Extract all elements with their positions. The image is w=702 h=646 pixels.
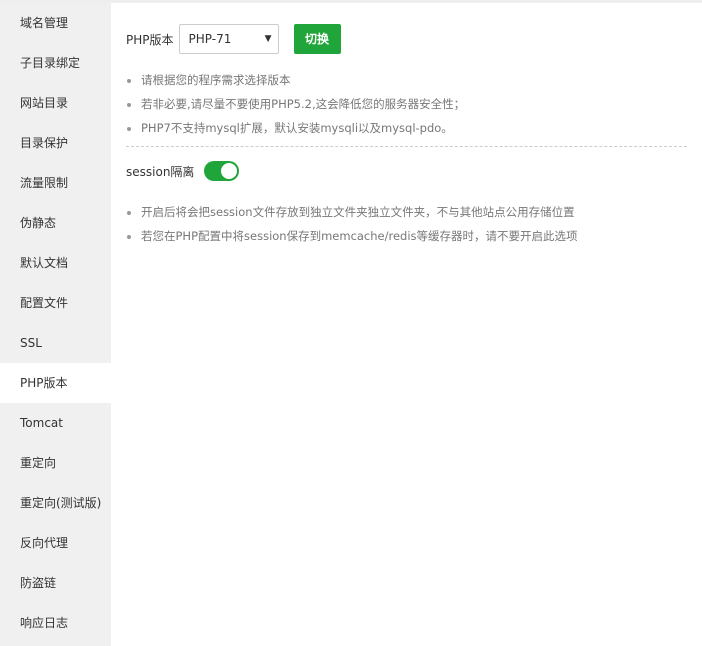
sidebar-item-redirect[interactable]: 重定向 bbox=[0, 443, 111, 483]
sidebar-item-directory-protection[interactable]: 目录保护 bbox=[0, 123, 111, 163]
toggle-knob bbox=[221, 163, 238, 179]
session-isolation-toggle[interactable] bbox=[204, 161, 240, 181]
sidebar-item-hotlink-protection[interactable]: 防盗链 bbox=[0, 563, 111, 603]
sidebar-item-rewrite[interactable]: 伪静态 bbox=[0, 203, 111, 243]
sidebar: 域名管理 子目录绑定 网站目录 目录保护 流量限制 伪静态 默认文档 配置文件 … bbox=[0, 3, 111, 646]
bullet-icon bbox=[127, 79, 131, 83]
sidebar-item-default-document[interactable]: 默认文档 bbox=[0, 243, 111, 283]
php-version-select[interactable]: PHP-71 ▼ bbox=[178, 24, 279, 54]
list-item: 若您在PHP配置中将session保存到memcache/redis等缓存器时，… bbox=[126, 224, 578, 248]
switch-button[interactable]: 切换 bbox=[293, 24, 341, 54]
bullet-icon bbox=[127, 211, 131, 215]
list-item: 请根据您的程序需求选择版本 bbox=[126, 68, 465, 92]
bullet-icon bbox=[127, 235, 131, 239]
sidebar-item-redirect-beta[interactable]: 重定向(测试版) bbox=[0, 483, 111, 523]
sidebar-item-domain[interactable]: 域名管理 bbox=[0, 3, 111, 43]
tip-text: 若您在PHP配置中将session保存到memcache/redis等缓存器时，… bbox=[141, 229, 578, 243]
divider bbox=[126, 146, 687, 147]
tip-text: 若非必要,请尽量不要使用PHP5.2,这会降低您的服务器安全性； bbox=[141, 97, 466, 111]
sidebar-item-reverse-proxy[interactable]: 反向代理 bbox=[0, 523, 111, 563]
caret-down-icon: ▼ bbox=[264, 34, 272, 44]
list-item: 开启后将会把session文件存放到独立文件夹独立文件夹，不与其他站点公用存储位… bbox=[126, 200, 578, 224]
php-version-row: PHP版本 PHP-71 ▼ 切换 bbox=[126, 24, 341, 54]
sidebar-item-tomcat[interactable]: Tomcat bbox=[0, 403, 111, 443]
session-isolation-label: session隔离 bbox=[126, 164, 195, 179]
list-item: PHP7不支持mysql扩展，默认安装mysqli以及mysql-pdo。 bbox=[126, 116, 465, 140]
sidebar-item-ssl[interactable]: SSL bbox=[0, 323, 111, 363]
tip-text: 请根据您的程序需求选择版本 bbox=[141, 73, 291, 87]
sidebar-item-config-file[interactable]: 配置文件 bbox=[0, 283, 111, 323]
php-version-label: PHP版本 bbox=[126, 32, 174, 47]
session-tips-list: 开启后将会把session文件存放到独立文件夹独立文件夹，不与其他站点公用存储位… bbox=[126, 200, 578, 248]
sidebar-item-site-directory[interactable]: 网站目录 bbox=[0, 83, 111, 123]
sidebar-item-php-version[interactable]: PHP版本 bbox=[0, 363, 111, 403]
php-version-selected-value: PHP-71 bbox=[188, 32, 232, 46]
main-panel: PHP版本 PHP-71 ▼ 切换 请根据您的程序需求选择版本 若非必要,请尽量… bbox=[111, 3, 702, 646]
bullet-icon bbox=[127, 127, 131, 131]
sidebar-item-response-log[interactable]: 响应日志 bbox=[0, 603, 111, 643]
tip-text: PHP7不支持mysql扩展，默认安装mysqli以及mysql-pdo。 bbox=[141, 121, 453, 135]
tip-text: 开启后将会把session文件存放到独立文件夹独立文件夹，不与其他站点公用存储位… bbox=[141, 205, 575, 219]
bullet-icon bbox=[127, 103, 131, 107]
session-isolation-row: session隔离 bbox=[126, 160, 240, 182]
list-item: 若非必要,请尽量不要使用PHP5.2,这会降低您的服务器安全性； bbox=[126, 92, 465, 116]
php-tips-list: 请根据您的程序需求选择版本 若非必要,请尽量不要使用PHP5.2,这会降低您的服… bbox=[126, 68, 465, 140]
sidebar-item-subdir-binding[interactable]: 子目录绑定 bbox=[0, 43, 111, 83]
sidebar-item-traffic-limit[interactable]: 流量限制 bbox=[0, 163, 111, 203]
